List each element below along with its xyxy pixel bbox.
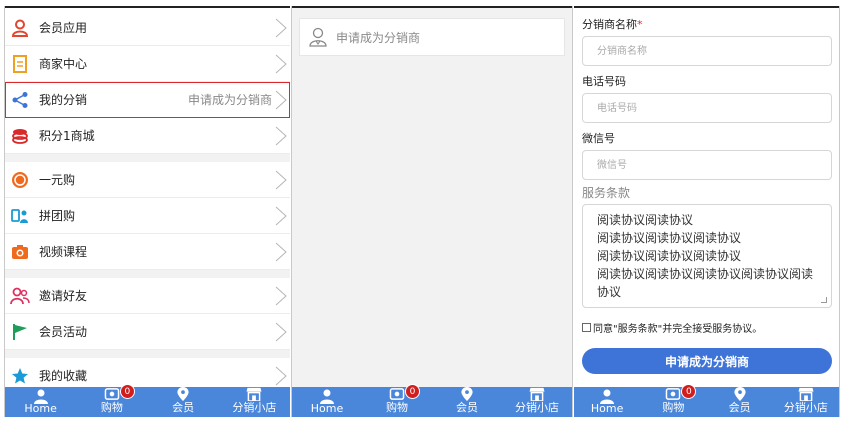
distribution-panel: 申请成为分销商 Home 购物 0 会员 分销小店 (291, 6, 573, 417)
menu-item-one-yuan[interactable]: 一元购 (5, 162, 290, 198)
menu-item-member-events[interactable]: 会员活动 (5, 314, 290, 350)
terms-line: 阅读协议阅读协议阅读协议 (597, 249, 742, 263)
terms-label: 服务条款 (582, 186, 631, 200)
nav-home-label: Home (310, 402, 344, 415)
menu-item-label: 我的收藏 (39, 369, 88, 383)
chevron-right-icon (275, 322, 287, 342)
agree-terms-row: 同意"服务条款"并完全接受服务协议。 (582, 320, 762, 335)
menu-item-label: 商家中心 (39, 57, 88, 71)
top-border (5, 6, 290, 8)
terms-line: 阅读协议阅读协议 (597, 213, 694, 227)
nav-home[interactable]: Home (292, 387, 362, 417)
menu-item-video-courses[interactable]: 视频课程 (5, 234, 290, 270)
menu-item-my-distribution[interactable]: 我的分销 申请成为分销商 (5, 82, 290, 118)
menu-item-label: 会员活动 (39, 325, 88, 339)
menu-item-invite-friends[interactable]: 邀请好友 (5, 278, 290, 314)
apply-distributor-link[interactable]: 申请成为分销商 (299, 18, 565, 56)
nav-shop[interactable]: 分销小店 (502, 387, 572, 417)
resize-grip-icon[interactable] (821, 297, 827, 303)
required-marker: * (637, 18, 643, 31)
share-icon (10, 90, 30, 110)
cart-badge: 0 (405, 384, 420, 399)
chevron-right-icon (275, 54, 287, 74)
agree-text: 同意"服务条款"并完全接受服务协议。 (593, 324, 763, 335)
terms-line: 协议 (597, 285, 622, 299)
wechat-field-label: 微信号 (582, 132, 615, 145)
menu-item-label: 视频课程 (39, 245, 88, 259)
nav-cart-label: 购物 (662, 401, 685, 414)
chevron-right-icon (275, 170, 287, 190)
menu-item-label: 邀请好友 (39, 289, 88, 303)
agree-checkbox[interactable] (582, 323, 591, 332)
bottom-nav: Home 购物 0 会员 分销小店 (292, 384, 572, 417)
bottom-nav: Home 购物 0 会员 分销小店 (5, 384, 290, 417)
nav-home[interactable]: Home (574, 387, 640, 417)
nav-cart-label: 购物 (100, 401, 123, 414)
submit-apply-button[interactable]: 申请成为分销商 (582, 348, 832, 374)
nav-shop-label: 分销小店 (232, 401, 277, 414)
terms-textarea[interactable]: 阅读协议阅读协议 阅读协议阅读协议阅读协议 阅读协议阅读协议阅读协议 阅读协议阅… (582, 204, 832, 308)
wechat-input[interactable] (582, 150, 832, 180)
nav-home-label: Home (590, 402, 624, 415)
menu-item-label: 我的分销 (39, 93, 88, 107)
bottom-nav: Home 购物 0 会员 分销小店 (574, 384, 839, 417)
target-icon (10, 170, 30, 190)
nav-member[interactable]: 会员 (432, 387, 502, 417)
application-form-panel: 分销商名称* 电话号码 微信号 服务条款 阅读协议阅读协议 阅读协议阅读协议阅读… (574, 6, 840, 417)
menu-item-label: 拼团购 (39, 209, 76, 223)
flag-icon (10, 322, 30, 342)
people-icon (10, 286, 30, 306)
document-icon (10, 54, 30, 74)
chevron-right-icon (275, 286, 287, 306)
distributor-name-input[interactable] (582, 36, 832, 66)
nav-member-label: 会员 (728, 401, 751, 414)
nav-shop-label: 分销小店 (515, 401, 559, 414)
menu-item-points-mall[interactable]: 积分1商城 (5, 118, 290, 154)
terms-line: 阅读协议阅读协议阅读协议 (597, 231, 742, 245)
person-icon (10, 18, 30, 38)
chevron-right-icon (275, 242, 287, 262)
menu-item-label: 会员应用 (39, 21, 88, 35)
nav-member[interactable]: 会员 (707, 387, 773, 417)
camera-icon (10, 242, 30, 262)
menu-item-label: 一元购 (39, 173, 76, 187)
top-border (574, 6, 839, 8)
nav-shop-label: 分销小店 (783, 401, 828, 414)
terms-line: 阅读协议阅读协议阅读协议阅读协议阅读 (597, 267, 814, 281)
chevron-right-icon (275, 126, 287, 146)
phone-field-label: 电话号码 (582, 75, 626, 88)
nav-cart[interactable]: 购物 0 (640, 384, 706, 417)
cart-badge: 0 (119, 384, 135, 399)
coins-icon (10, 126, 30, 146)
nav-cart[interactable]: 购物 0 (76, 384, 147, 417)
nav-member-label: 会员 (456, 401, 478, 414)
nav-cart-label: 购物 (386, 401, 408, 414)
chevron-right-icon (275, 206, 287, 226)
chevron-right-icon (275, 18, 287, 38)
nav-home-label: Home (24, 402, 57, 415)
nav-shop[interactable]: 分销小店 (219, 387, 290, 417)
menu-item-member-apps[interactable]: 会员应用 (5, 10, 290, 46)
menu-list: 会员应用 商家中心 我的分销 申请成为分销商 积分1商城 一元购 拼团购 视频课… (5, 10, 290, 394)
cart-badge: 0 (681, 384, 697, 399)
nav-member-label: 会员 (172, 401, 195, 414)
name-field-label: 分销商名称* (582, 18, 643, 31)
phone-input[interactable] (582, 93, 832, 123)
star-icon (10, 366, 30, 386)
menu-item-sublabel: 申请成为分销商 (187, 93, 272, 107)
chevron-right-icon (275, 90, 287, 110)
nav-cart[interactable]: 购物 0 (362, 384, 432, 417)
apply-label: 申请成为分销商 (336, 30, 421, 45)
menu-item-label: 积分1商城 (39, 129, 95, 143)
nav-home[interactable]: Home (5, 387, 76, 417)
chevron-right-icon (275, 366, 287, 386)
menu-panel: 会员应用 商家中心 我的分销 申请成为分销商 积分1商城 一元购 拼团购 视频课… (4, 6, 290, 417)
menu-item-merchant-center[interactable]: 商家中心 (5, 46, 290, 82)
nav-shop[interactable]: 分销小店 (773, 387, 839, 417)
group-icon (10, 206, 30, 226)
nav-member[interactable]: 会员 (148, 387, 219, 417)
user-outline-icon (309, 27, 327, 47)
menu-item-group-buy[interactable]: 拼团购 (5, 198, 290, 234)
top-border (292, 6, 572, 8)
